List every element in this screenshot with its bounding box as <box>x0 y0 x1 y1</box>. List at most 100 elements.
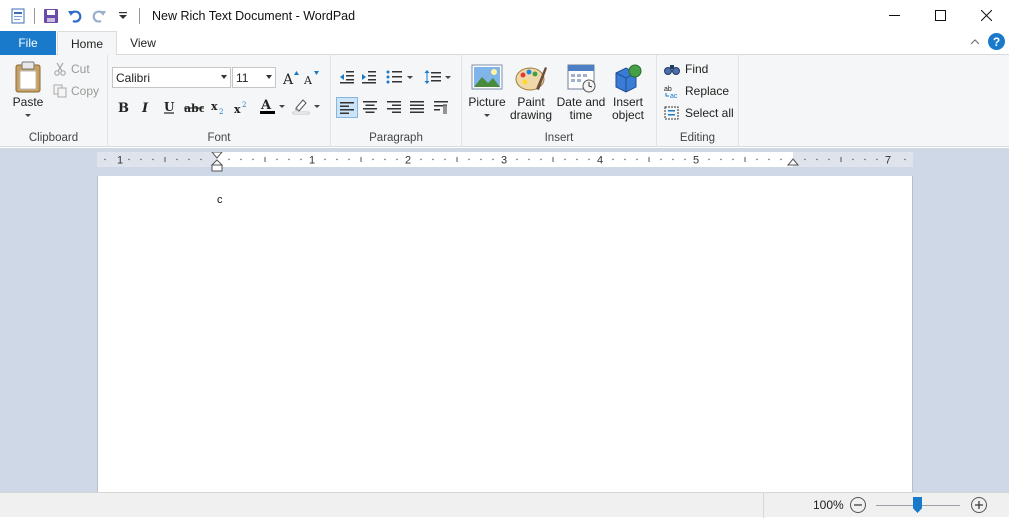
font-color-button[interactable]: A <box>258 96 288 116</box>
ruler-number: 5 <box>693 155 699 167</box>
left-indent-marker[interactable] <box>211 152 223 172</box>
svg-text:2: 2 <box>242 101 246 109</box>
justify-button[interactable] <box>407 97 427 117</box>
svg-text:U: U <box>164 100 175 114</box>
status-bar: 100% <box>0 492 1009 518</box>
zoom-out-button[interactable] <box>850 497 866 513</box>
subscript-button[interactable]: x2 <box>208 97 228 117</box>
underline-button[interactable]: U <box>159 97 179 117</box>
customize-qat-icon[interactable] <box>113 6 133 26</box>
minimize-button[interactable] <box>871 0 917 31</box>
cut-button[interactable]: Cut <box>53 62 90 76</box>
highlight-color-button[interactable] <box>291 96 323 116</box>
zoom-slider-thumb[interactable] <box>913 497 922 513</box>
undo-icon[interactable] <box>65 6 85 26</box>
bold-icon: B <box>118 101 129 114</box>
bold-button[interactable]: B <box>113 97 133 117</box>
font-size-select[interactable]: 11 <box>232 67 276 88</box>
tab-home[interactable]: Home <box>57 31 117 56</box>
insert-object-button[interactable]: Insert object <box>607 63 649 122</box>
paste-label: Paste <box>12 95 44 109</box>
font-family-select[interactable]: Calibri <box>112 67 231 88</box>
cut-label: Cut <box>71 62 90 76</box>
clipboard-group: Paste Cut Copy Clipboard <box>0 55 108 147</box>
decrease-indent-icon <box>340 71 354 84</box>
find-button[interactable]: Find <box>664 62 708 76</box>
tab-file[interactable]: File <box>0 31 56 55</box>
grow-font-icon: A <box>282 71 299 86</box>
bullets-button[interactable] <box>385 67 415 87</box>
align-left-icon <box>340 101 354 114</box>
svg-text:A: A <box>303 74 313 86</box>
chevron-down-icon <box>266 75 272 79</box>
justify-icon <box>410 101 424 113</box>
chevron-down-icon <box>25 114 31 117</box>
picture-icon <box>471 64 503 90</box>
strikethrough-icon: abc <box>184 102 204 114</box>
ruler[interactable]: 1 1 2 3 4 5 7 <box>97 152 913 172</box>
paragraph-icon <box>434 101 448 114</box>
copy-button[interactable]: Copy <box>53 84 99 98</box>
document-text[interactable]: c <box>217 194 223 206</box>
font-size-value: 11 <box>236 70 249 85</box>
paragraph-group-label: Paragraph <box>369 132 423 144</box>
minimize-ribbon-icon[interactable] <box>970 38 980 46</box>
maximize-icon <box>934 10 946 21</box>
close-button[interactable] <box>963 0 1009 31</box>
ruler-number: 1 <box>309 155 315 167</box>
paragraph-settings-button[interactable] <box>431 97 451 117</box>
paste-button[interactable]: Paste <box>8 61 48 122</box>
date-time-button[interactable]: Date and time <box>555 63 607 122</box>
help-button[interactable]: ? <box>988 33 1005 50</box>
tab-view[interactable]: View <box>120 31 166 55</box>
qat-separator <box>34 7 35 24</box>
shrink-font-icon: A <box>303 71 319 86</box>
redo-icon[interactable] <box>89 6 109 26</box>
window-controls <box>871 0 1009 31</box>
right-indent-marker[interactable] <box>787 154 799 168</box>
copy-icon <box>53 84 67 98</box>
shrink-font-button[interactable]: A <box>302 68 322 88</box>
maximize-button[interactable] <box>917 0 963 31</box>
svg-text:ac: ac <box>670 93 678 98</box>
zoom-in-button[interactable] <box>971 497 987 513</box>
picture-button[interactable]: Picture <box>466 63 508 122</box>
font-group: Calibri 11 A A B I U abc x2 x2 A Font <box>108 55 331 147</box>
decrease-indent-button[interactable] <box>337 67 357 87</box>
title-bar: New Rich Text Document - WordPad <box>0 0 1009 31</box>
superscript-button[interactable]: x2 <box>231 97 251 117</box>
insert-group: Picture Paint drawing Date and time Inse… <box>462 55 657 147</box>
window-title: New Rich Text Document - WordPad <box>152 8 356 23</box>
ruler-number: 4 <box>597 155 603 167</box>
ruler-number: 3 <box>501 155 507 167</box>
select-all-button[interactable]: Select all <box>664 106 734 120</box>
align-center-button[interactable] <box>360 97 380 117</box>
save-icon[interactable] <box>41 6 61 26</box>
grow-font-button[interactable]: A <box>281 68 301 88</box>
strikethrough-button[interactable]: abc <box>184 97 204 117</box>
clipboard-group-label: Clipboard <box>28 132 79 144</box>
svg-text:ab: ab <box>664 86 672 93</box>
date-time-label-2: time <box>569 108 593 122</box>
subscript-icon: x2 <box>211 100 223 114</box>
align-left-button[interactable] <box>336 97 358 118</box>
paint-drawing-button[interactable]: Paint drawing <box>508 63 554 122</box>
copy-label: Copy <box>71 84 100 98</box>
replace-button[interactable]: ab ac Replace <box>664 84 729 98</box>
find-label: Find <box>685 62 709 76</box>
italic-button[interactable]: I <box>136 97 156 117</box>
editing-group: Find ab ac Replace Select all Editing <box>657 55 739 147</box>
document-page[interactable]: c <box>97 176 913 492</box>
minimize-icon <box>888 15 900 16</box>
replace-icon: abac <box>664 86 678 98</box>
close-icon <box>980 10 992 21</box>
ruler-number: 2 <box>405 155 411 167</box>
document-workspace: 1 1 2 3 4 5 7 c <box>0 148 1009 492</box>
plus-icon <box>975 501 983 509</box>
font-group-label: Font <box>207 132 231 144</box>
increase-indent-button[interactable] <box>359 67 379 87</box>
align-right-button[interactable] <box>384 97 404 117</box>
superscript-icon: x2 <box>234 101 246 114</box>
line-spacing-button[interactable] <box>423 67 453 87</box>
wordpad-app-icon[interactable] <box>8 6 28 26</box>
